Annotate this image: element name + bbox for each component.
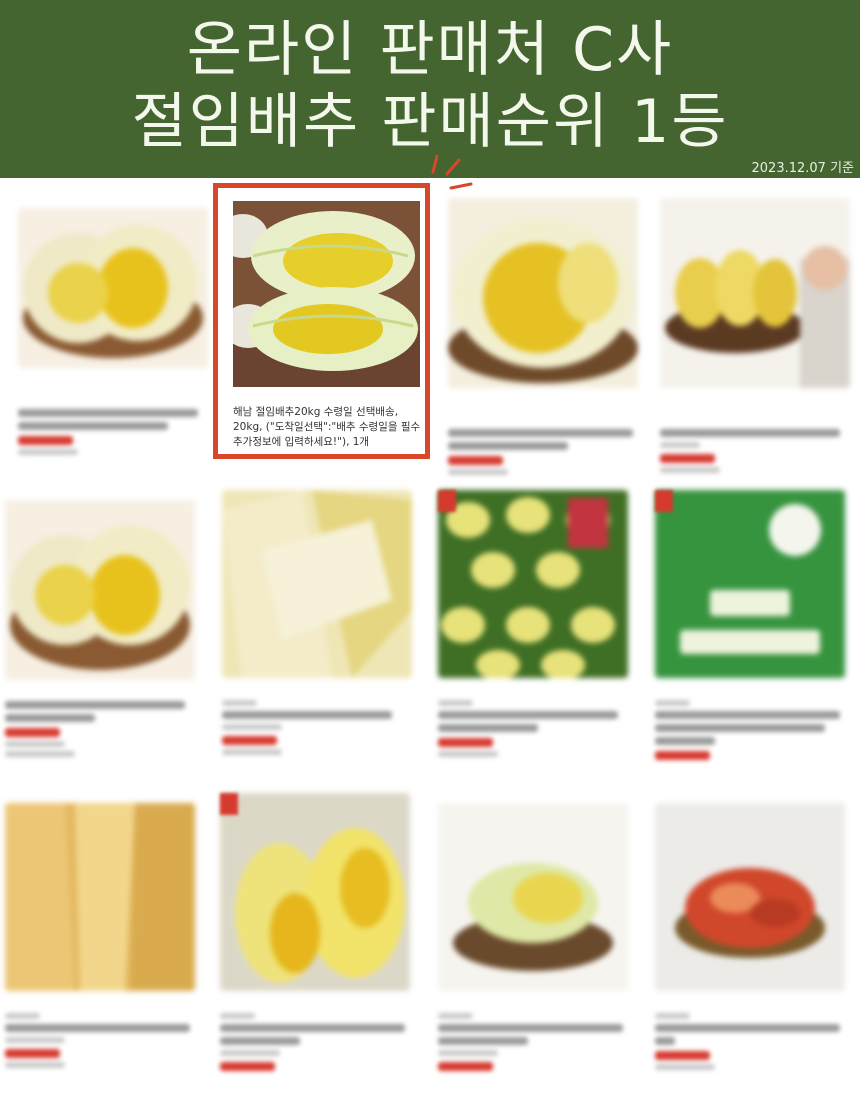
product-thumbnail[interactable] [222,490,412,678]
product-thumbnail[interactable] [5,500,195,680]
product-thumbnail[interactable] [5,803,195,991]
banner-title-line1: 온라인 판매처 C사 [186,15,674,85]
product-grid [0,178,860,1100]
highlighted-product-image[interactable] [233,201,420,387]
product-thumbnail[interactable] [438,803,628,991]
product-thumbnail[interactable] [220,793,410,991]
rank-tag [438,490,456,512]
highlighted-product-title[interactable]: 해남 절임배추20kg 수령일 선택배송, 20kg, ("도착일선택":"배추… [233,405,423,450]
banner-date-basis: 2023.12.07 기준 [751,161,855,176]
product-thumbnail[interactable] [660,198,850,388]
product-thumbnail[interactable] [655,803,845,991]
rank-tag [220,793,238,815]
banner-title-line2: 절임배추 판매순위 1등 [131,87,729,157]
product-thumbnail[interactable] [448,198,638,388]
product-thumbnail[interactable] [655,490,845,678]
product-thumbnail[interactable] [18,208,208,368]
product-thumbnail[interactable] [438,490,628,678]
rank-tag [655,490,673,512]
highlighted-product-card[interactable]: 해남 절임배추20kg 수령일 선택배송, 20kg, ("도착일선택":"배추… [213,183,430,459]
